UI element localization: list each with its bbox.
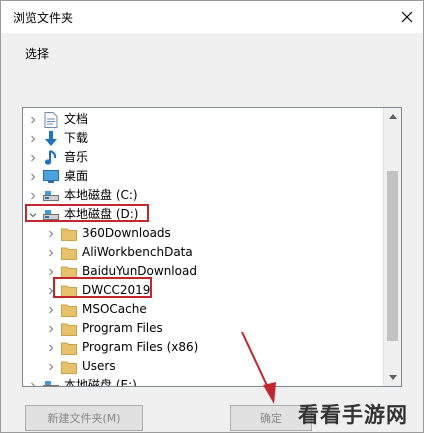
chevron-up-icon (388, 114, 397, 119)
tree-item-label: MSOCache (82, 302, 147, 316)
tree-item[interactable]: 本地磁盘 (D:) (23, 205, 384, 224)
chevron-right-icon (49, 325, 54, 332)
folder-icon (61, 245, 77, 261)
new-folder-button[interactable]: 新建文件夹(M) (25, 405, 143, 431)
tree-item[interactable]: MSOCache (23, 300, 384, 319)
folder-icon (61, 359, 77, 375)
tree-item-label: 本地磁盘 (D:) (64, 207, 139, 221)
drive-icon (43, 378, 59, 386)
expand-toggle[interactable] (47, 249, 55, 257)
title-bar: 浏览文件夹 (1, 1, 423, 33)
tree-item-label: 本地磁盘 (E:) (64, 378, 137, 386)
expand-toggle[interactable] (47, 287, 55, 295)
music-icon (43, 149, 59, 166)
folder-tree[interactable]: 文档下载音乐桌面本地磁盘 (C:) 本地磁盘 (D:) 360Downloads Al… (22, 107, 402, 387)
chevron-right-icon (49, 230, 54, 237)
folder-icon (61, 321, 77, 337)
expand-toggle[interactable] (47, 230, 55, 238)
tree-item-label: 本地磁盘 (C:) (64, 188, 138, 202)
download-icon (43, 130, 59, 147)
vertical-scrollbar[interactable] (383, 108, 401, 386)
tree-item[interactable]: 本地磁盘 (E:) (23, 376, 384, 386)
tree-item-label: Users (82, 359, 116, 373)
tree-item[interactable]: AliWorkbenchData (23, 243, 384, 262)
expand-toggle[interactable] (47, 306, 55, 314)
chevron-right-icon (31, 382, 36, 386)
prompt-label: 选择 (25, 47, 50, 61)
tree-item[interactable]: 桌面 (23, 167, 384, 186)
expand-toggle[interactable] (47, 363, 55, 371)
close-button[interactable] (395, 5, 419, 29)
chevron-right-icon (49, 306, 54, 313)
expand-toggle[interactable] (47, 325, 55, 333)
expand-toggle[interactable] (29, 211, 37, 219)
tree-item-label: 文档 (64, 112, 89, 126)
expand-toggle[interactable] (29, 135, 37, 143)
browse-folder-dialog: 浏览文件夹 选择 文档下载音乐桌面本地磁盘 (C:) 本地磁盘 (D:) 360Do… (0, 0, 424, 433)
tree-item[interactable]: Program Files (23, 319, 384, 338)
tree-item[interactable]: BaiduYunDownload (23, 262, 384, 281)
expand-toggle[interactable] (29, 382, 37, 386)
watermark-text: 看看手游网 (298, 403, 408, 427)
expand-toggle[interactable] (47, 344, 55, 352)
tree-item-label: DWCC2019 (82, 283, 151, 297)
tree-item[interactable]: 音乐 (23, 148, 384, 167)
desktop-icon (43, 169, 59, 185)
folder-icon (61, 340, 77, 356)
tree-item-label: Program Files (82, 321, 163, 335)
expand-toggle[interactable] (47, 268, 55, 276)
chevron-right-icon (49, 249, 54, 256)
scroll-up-button[interactable] (384, 108, 401, 125)
tree-item[interactable]: 下载 (23, 129, 384, 148)
scroll-down-button[interactable] (384, 369, 401, 386)
folder-icon (61, 283, 77, 299)
chevron-right-icon (49, 344, 54, 351)
tree-item-label: AliWorkbenchData (82, 245, 193, 259)
chevron-right-icon (31, 154, 36, 161)
chevron-right-icon (31, 116, 36, 123)
drive-icon (43, 188, 59, 204)
tree-item[interactable]: 360Downloads (23, 224, 384, 243)
expand-toggle[interactable] (29, 116, 37, 124)
tree-item[interactable]: 本地磁盘 (C:) (23, 186, 384, 205)
tree-item-label: 下载 (64, 131, 89, 145)
chevron-right-icon (49, 363, 54, 370)
expand-toggle[interactable] (29, 192, 37, 200)
expand-toggle[interactable] (29, 154, 37, 162)
drive-icon (43, 207, 59, 223)
folder-icon (61, 226, 77, 242)
close-icon (401, 11, 413, 23)
expand-toggle[interactable] (29, 173, 37, 181)
folder-icon (61, 302, 77, 318)
tree-item[interactable]: Users (23, 357, 384, 376)
tree-item-label: 360Downloads (82, 226, 171, 240)
chevron-down-icon (29, 212, 37, 217)
chevron-right-icon (31, 192, 36, 199)
red-arrow-annotation (241, 331, 276, 404)
folder-icon (61, 264, 77, 280)
tree-item-label: BaiduYunDownload (82, 264, 197, 278)
tree-item[interactable]: DWCC2019 (23, 281, 384, 300)
chevron-right-icon (49, 287, 54, 294)
tree-item-label: Program Files (x86) (82, 340, 199, 354)
tree-item-label: 桌面 (64, 169, 89, 183)
dialog-title: 浏览文件夹 (13, 11, 74, 25)
tree-item[interactable]: 文档 (23, 110, 384, 129)
tree-item-label: 音乐 (64, 150, 89, 164)
tree-item[interactable]: Program Files (x86) (23, 338, 384, 357)
chevron-down-icon (388, 375, 397, 380)
chevron-right-icon (31, 135, 36, 142)
chevron-right-icon (49, 268, 54, 275)
scroll-thumb[interactable] (387, 171, 398, 341)
folder-tree-list: 文档下载音乐桌面本地磁盘 (C:) 本地磁盘 (D:) 360Downloads Al… (23, 108, 384, 386)
documents-icon (43, 111, 59, 128)
chevron-right-icon (31, 173, 36, 180)
